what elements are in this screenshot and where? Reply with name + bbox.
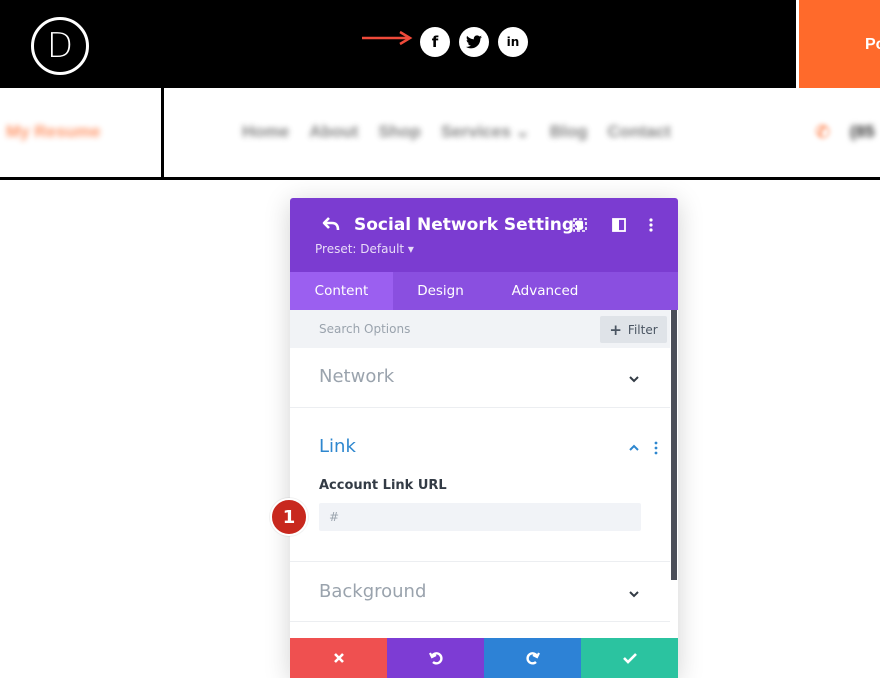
section-background[interactable]: Background (290, 562, 670, 622)
search-options-row: Search Options + Filter (290, 310, 670, 348)
linkedin-icon[interactable]: in (498, 27, 528, 57)
back-arrow-icon[interactable] (322, 216, 340, 237)
tab-advanced[interactable]: Advanced (488, 272, 602, 310)
step-number-badge: 1 (270, 498, 308, 536)
section-network[interactable]: Network (290, 348, 670, 408)
plus-icon: + (609, 320, 622, 339)
chevron-up-icon[interactable] (627, 441, 641, 455)
expand-icon[interactable] (573, 218, 587, 232)
redo-icon (525, 652, 540, 665)
header-cta-button[interactable]: Po (796, 0, 880, 88)
social-network-settings-modal: Social Network Settings Preset: Default … (290, 198, 678, 678)
section-title-background: Background (319, 581, 427, 602)
search-options-input[interactable]: Search Options (319, 322, 410, 336)
checkmark-icon (622, 653, 637, 664)
arrow-annotation-icon (362, 30, 413, 46)
filter-label: Filter (627, 322, 658, 337)
filter-button[interactable]: + Filter (600, 316, 667, 343)
modal-title: Social Network Settings (354, 215, 585, 235)
save-button[interactable] (581, 638, 678, 678)
account-link-url-input[interactable] (319, 503, 641, 531)
nav-item-shop[interactable]: Shop (378, 122, 421, 142)
section-title-link[interactable]: Link (319, 436, 356, 457)
scrollbar-thumb[interactable] (671, 310, 677, 580)
redo-button[interactable] (484, 638, 581, 678)
chevron-down-icon[interactable] (627, 587, 641, 601)
facebook-icon[interactable]: f (420, 27, 450, 57)
section-title-network: Network (319, 366, 395, 387)
site-nav-bar: My Resume Home About Shop Services ⌄ Blo… (0, 88, 880, 180)
undo-icon (428, 652, 443, 665)
discard-button[interactable] (290, 638, 387, 678)
section-link: Link Account Link URL (290, 408, 670, 562)
preset-selector[interactable]: Preset: Default ▾ (315, 242, 414, 256)
account-link-url-label: Account Link URL (319, 478, 447, 493)
nav-item-contact[interactable]: Contact (608, 122, 671, 142)
modal-tabs: Content Design Advanced (290, 272, 678, 310)
chevron-down-icon[interactable] (627, 372, 641, 386)
divi-logo[interactable]: D (31, 17, 89, 75)
twitter-icon[interactable] (459, 27, 489, 57)
nav-item-blog[interactable]: Blog (550, 122, 588, 142)
nav-item-home[interactable]: Home (242, 122, 289, 142)
modal-header: Social Network Settings Preset: Default … (290, 198, 678, 272)
nav-item-about[interactable]: About (309, 122, 358, 142)
site-header-bar: D f in Po (0, 0, 880, 88)
phone-icon: ✆ (815, 122, 831, 143)
site-brand[interactable]: My Resume (6, 122, 100, 142)
split-view-icon[interactable] (612, 218, 626, 232)
undo-button[interactable] (387, 638, 484, 678)
more-options-icon[interactable] (648, 218, 654, 232)
nav-item-services[interactable]: Services ⌄ (441, 122, 530, 142)
tab-content[interactable]: Content (290, 272, 393, 310)
nav-phone[interactable]: (85 (850, 122, 875, 142)
tab-design[interactable]: Design (393, 272, 488, 310)
nav-menu: Home About Shop Services ⌄ Blog Contact (242, 122, 671, 142)
close-icon (333, 653, 344, 663)
nav-divider (161, 88, 164, 177)
modal-footer (290, 638, 678, 678)
section-more-icon[interactable] (654, 441, 658, 455)
